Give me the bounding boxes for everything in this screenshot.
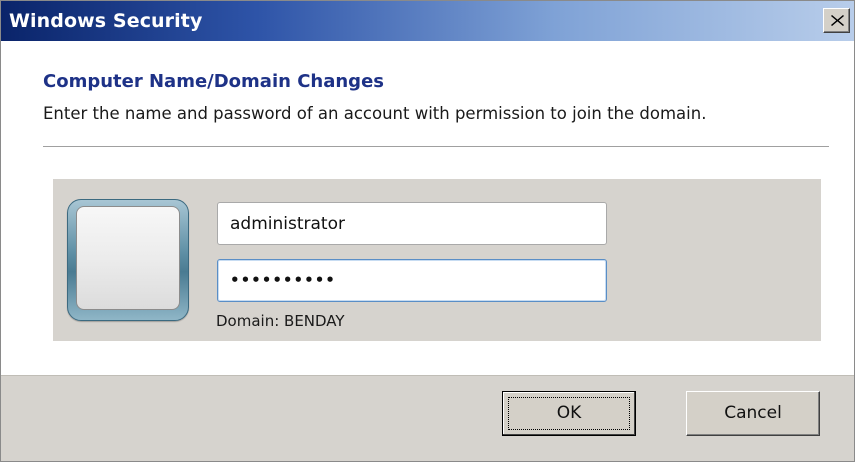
user-picture-frame — [76, 206, 180, 310]
focus-ring — [508, 397, 630, 430]
windows-security-dialog: Windows Security Computer Name/Domain Ch… — [0, 0, 855, 462]
close-icon — [831, 15, 844, 26]
title-bar[interactable]: Windows Security — [1, 1, 854, 41]
window-title: Windows Security — [9, 10, 203, 32]
dialog-footer: OK Cancel — [1, 375, 854, 461]
dialog-heading: Computer Name/Domain Changes — [43, 71, 384, 92]
user-picture-icon — [67, 199, 189, 321]
header-divider — [43, 146, 829, 147]
domain-label: Domain: BENDAY — [216, 312, 345, 330]
dialog-instruction: Enter the name and password of an accoun… — [43, 104, 707, 123]
ok-button[interactable]: OK — [502, 391, 636, 436]
cancel-button-label: Cancel — [724, 403, 782, 423]
password-field[interactable]: •••••••••• — [217, 259, 607, 302]
close-button[interactable] — [823, 8, 850, 33]
username-field[interactable] — [217, 202, 607, 245]
credential-panel: •••••••••• Domain: BENDAY — [53, 179, 821, 341]
cancel-button[interactable]: Cancel — [686, 391, 820, 436]
